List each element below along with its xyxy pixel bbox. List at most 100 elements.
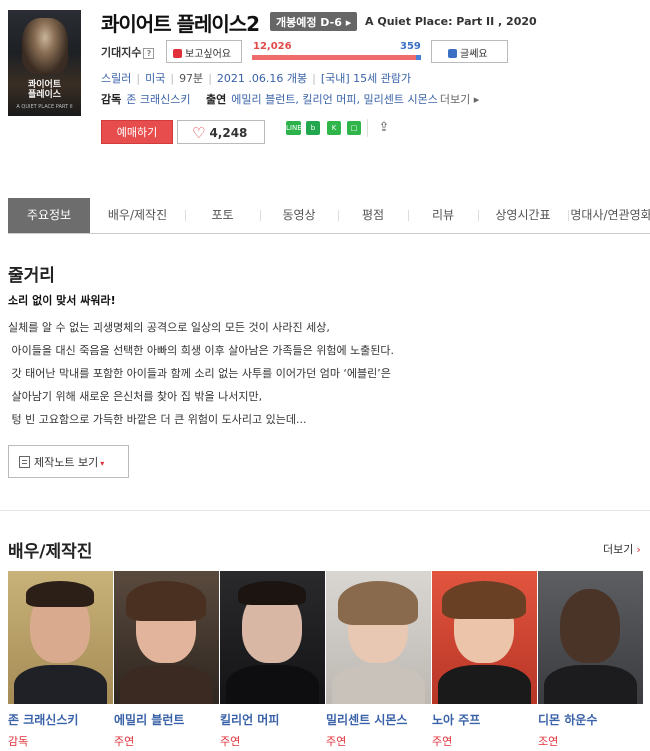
person-name[interactable]: 노아 주프 bbox=[432, 711, 537, 728]
synopsis-body: 실체를 알 수 없는 괴생명체의 공격으로 일상의 모든 것이 사라진 세상, … bbox=[8, 321, 395, 426]
country-link[interactable]: 미국 bbox=[145, 72, 165, 85]
separator: | bbox=[312, 72, 316, 85]
not-want-label: 글쎄요 bbox=[460, 49, 488, 60]
person-role: 주연 bbox=[220, 735, 241, 748]
tab-review[interactable]: 리뷰 bbox=[408, 198, 478, 233]
poster-figure bbox=[22, 18, 68, 74]
director-link[interactable]: 존 크래신스키 bbox=[126, 93, 190, 106]
kakao-icon[interactable]: K bbox=[327, 121, 341, 135]
cast-more-link[interactable]: 더보기 › bbox=[603, 541, 641, 557]
separator: | bbox=[208, 72, 212, 85]
photo-body bbox=[332, 665, 425, 704]
person-photo[interactable] bbox=[538, 571, 643, 704]
person-name[interactable]: 디몬 하운수 bbox=[538, 711, 643, 728]
caret-down-icon: ▾ bbox=[100, 459, 105, 468]
like-count: 4,248 bbox=[209, 126, 248, 140]
cast-section-heading: 배우/제작진 bbox=[8, 542, 93, 562]
synopsis-heading: 줄거리 bbox=[8, 266, 55, 286]
person-name[interactable]: 킬리언 머피 bbox=[220, 711, 325, 728]
cast-list: 존 크래신스키 감독 에밀리 블런트 주연 킬리언 머피 주연 밀리센트 시몬스… bbox=[8, 571, 650, 751]
band-icon[interactable]: b bbox=[306, 121, 320, 135]
person-name[interactable]: 에밀리 블런트 bbox=[114, 711, 219, 728]
movie-poster[interactable]: 콰이어트 플레이스 A QUIET PLACE PART II bbox=[8, 10, 81, 116]
anticipation-bar bbox=[252, 55, 421, 60]
release-countdown-badge[interactable]: 개봉예정 D-6 ▸ bbox=[270, 12, 358, 31]
photo-body bbox=[120, 665, 213, 704]
movie-info-row: 스릴러 | 미국 | 97분 | 2021 .06.16 개봉 | [국내] 15세 관람가 bbox=[101, 70, 411, 86]
anticipation-bar-fill bbox=[252, 55, 417, 60]
photo-body bbox=[438, 665, 531, 704]
photo-hair bbox=[238, 581, 306, 605]
person-role: 주연 bbox=[432, 735, 453, 748]
photo-face bbox=[560, 589, 620, 663]
tab-main-info[interactable]: 주요정보 bbox=[8, 198, 90, 233]
person-role: 감독 bbox=[8, 735, 29, 748]
person-photo[interactable] bbox=[326, 571, 431, 704]
person-photo[interactable] bbox=[220, 571, 325, 704]
share-icon[interactable]: ⇪ bbox=[376, 121, 392, 135]
cast-card[interactable]: 밀리센트 시몬스 주연 bbox=[326, 571, 431, 749]
cast-card[interactable]: 디몬 하운수 조연 bbox=[538, 571, 643, 749]
photo-body bbox=[226, 665, 319, 704]
cast-more-label: 더보기 bbox=[603, 543, 634, 556]
cast-card[interactable]: 노아 주프 주연 bbox=[432, 571, 537, 749]
person-photo[interactable] bbox=[432, 571, 537, 704]
photo-body bbox=[544, 665, 637, 704]
tab-video[interactable]: 동영상 bbox=[260, 198, 338, 233]
line-icon[interactable]: LINE bbox=[286, 121, 302, 135]
thumbs-down-icon bbox=[448, 49, 457, 58]
director-label: 감독 bbox=[101, 93, 122, 106]
person-photo[interactable] bbox=[114, 571, 219, 704]
poster-subtitle: A QUIET PLACE PART II bbox=[16, 104, 73, 110]
photo-hair bbox=[26, 581, 94, 607]
separator: | bbox=[136, 72, 141, 85]
cast-card[interactable]: 킬리언 머피 주연 bbox=[220, 571, 325, 749]
document-icon bbox=[19, 456, 30, 468]
cast-card[interactable]: 존 크래신스키 감독 bbox=[8, 571, 113, 749]
person-name[interactable]: 존 크래신스키 bbox=[8, 711, 113, 728]
person-role: 조연 bbox=[538, 735, 559, 748]
book-ticket-button[interactable]: 예매하기 bbox=[101, 120, 173, 144]
tab-photo[interactable]: 포토 bbox=[185, 198, 260, 233]
synopsis-headline: 소리 없이 맞서 싸워라! bbox=[8, 294, 116, 307]
heart-icon: ♡ bbox=[192, 124, 206, 142]
not-sure-button[interactable]: 글쎄요 bbox=[431, 40, 508, 63]
thumbs-up-icon bbox=[173, 49, 182, 58]
runtime: 97분 bbox=[179, 72, 204, 85]
like-button[interactable]: ♡ 4,248 bbox=[177, 120, 265, 144]
credits-more-link[interactable]: 더보기 ▸ bbox=[440, 93, 479, 106]
section-divider bbox=[0, 510, 650, 511]
anticipation-text: 기대지수 bbox=[101, 46, 142, 59]
want-to-see-button[interactable]: 보고싶어요 bbox=[166, 40, 242, 63]
tab-cast-crew[interactable]: 배우/제작진 bbox=[90, 198, 185, 233]
not-want-count: 359 bbox=[400, 41, 421, 52]
photo-hair bbox=[442, 581, 526, 619]
divider bbox=[367, 119, 368, 137]
release-date[interactable]: 2021 .06.16 개봉 bbox=[217, 72, 307, 85]
cast-links[interactable]: 에밀리 블런트, 킬리언 머피, 밀리센트 시몬스 bbox=[231, 93, 438, 106]
person-role: 주연 bbox=[114, 735, 135, 748]
tab-quotes-related[interactable]: 명대사/연관영화 bbox=[568, 198, 650, 233]
person-name[interactable]: 밀리센트 시몬스 bbox=[326, 711, 431, 728]
cast-label: 출연 bbox=[205, 93, 227, 106]
tab-rating[interactable]: 평점 bbox=[338, 198, 408, 233]
credits-row: 감독 존 크래신스키 출연 에밀리 블런트, 킬리언 머피, 밀리센트 시몬스 더보기… bbox=[101, 91, 479, 107]
person-photo[interactable] bbox=[8, 571, 113, 704]
poster-title: 콰이어트 플레이스 bbox=[27, 80, 62, 100]
tab-showtimes[interactable]: 상영시간표 bbox=[478, 198, 568, 233]
help-icon[interactable]: ? bbox=[143, 47, 155, 59]
anticipation-label: 기대지수? bbox=[101, 44, 155, 60]
genre-link[interactable]: 스릴러 bbox=[101, 72, 131, 85]
production-notes-button[interactable]: 제작노트 보기 ▾ bbox=[8, 445, 129, 478]
photo-hair bbox=[338, 581, 418, 625]
production-notes-label: 제작노트 보기 bbox=[34, 456, 99, 469]
cast-card[interactable]: 에밀리 블런트 주연 bbox=[114, 571, 219, 749]
photo-body bbox=[14, 665, 107, 704]
age-rating[interactable]: [국내] 15세 관람가 bbox=[321, 72, 411, 85]
copy-link-icon[interactable]: □ bbox=[347, 121, 361, 135]
separator: | bbox=[170, 72, 175, 85]
chevron-right-icon: › bbox=[636, 543, 641, 556]
movie-tabs: 주요정보 배우/제작진 포토 동영상 평점 리뷰 상영시간표 명대사/연관영화 bbox=[8, 198, 650, 234]
photo-hair bbox=[126, 581, 206, 621]
person-role: 주연 bbox=[326, 735, 347, 748]
